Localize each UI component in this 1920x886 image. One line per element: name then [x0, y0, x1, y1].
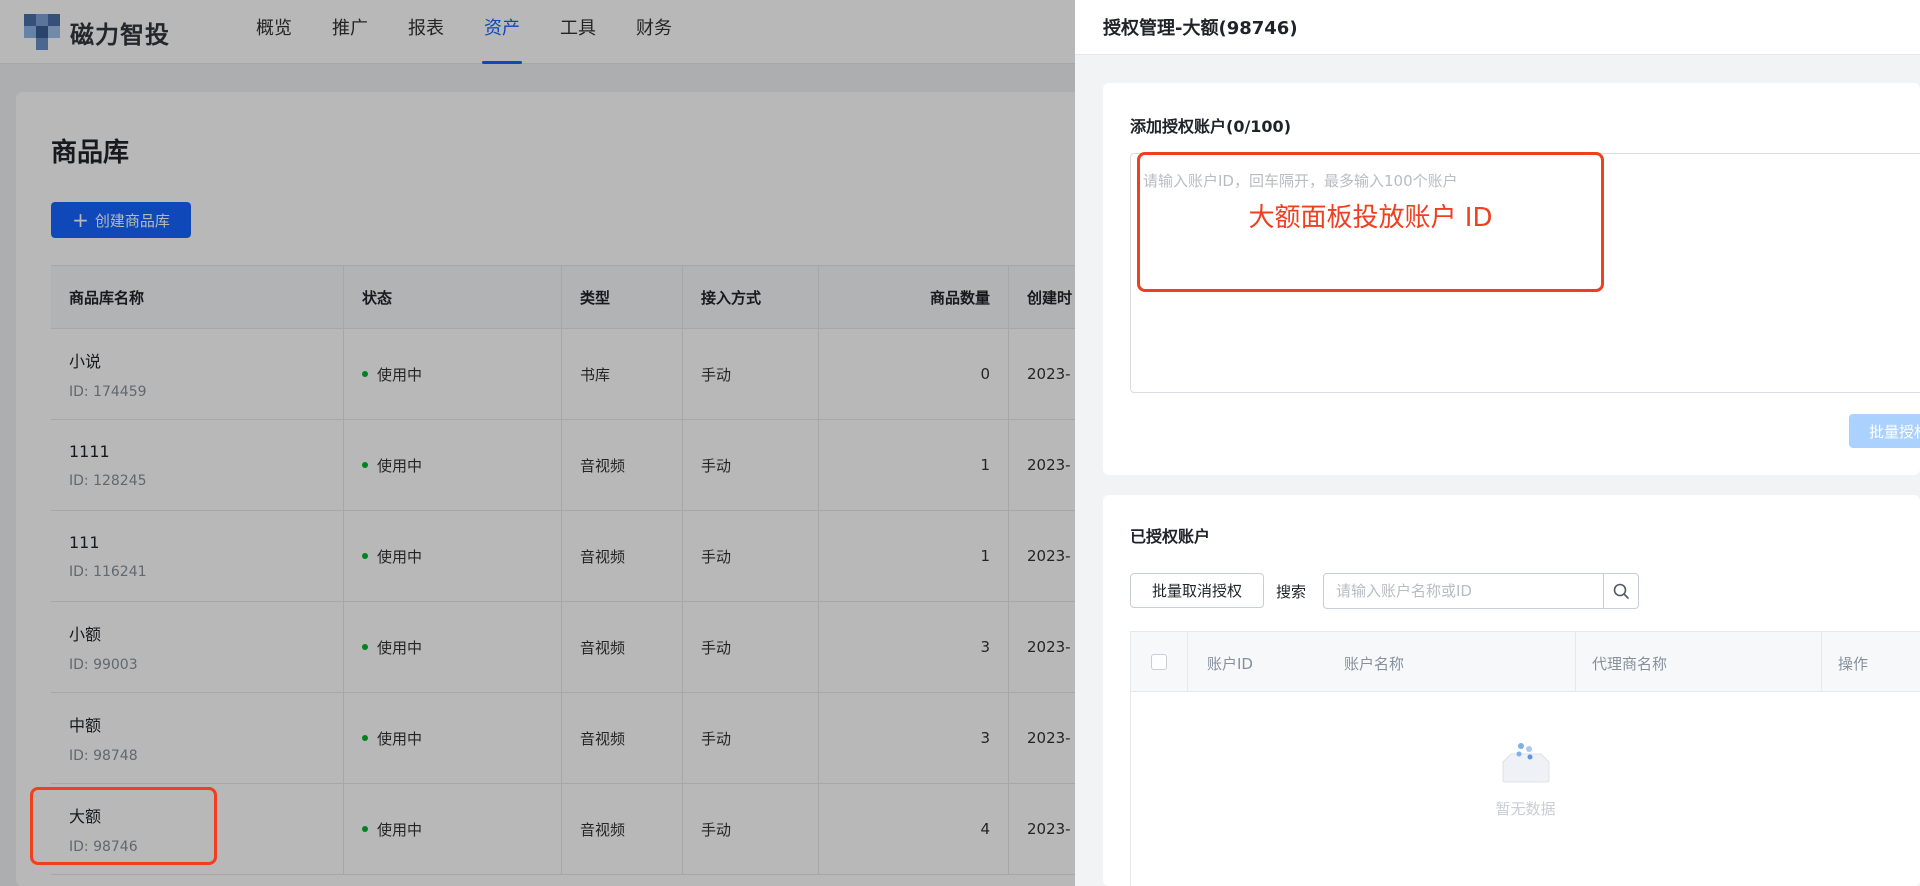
authorized-title: 已授权账户: [1130, 527, 1211, 546]
search-icon: [1613, 583, 1629, 599]
search-button[interactable]: [1603, 573, 1639, 609]
select-all-checkbox[interactable]: [1151, 654, 1167, 670]
col-account-name: 账户名称: [1344, 655, 1405, 673]
add-auth-title: 添加授权账户(0/100): [1130, 117, 1292, 136]
batch-authorize-button[interactable]: 批量授权: [1849, 414, 1920, 448]
search-label: 搜索: [1276, 583, 1307, 601]
batch-revoke-button[interactable]: 批量取消授权: [1130, 573, 1264, 608]
col-actions: 操作: [1838, 655, 1869, 673]
authorized-table-header: 账户ID 账户名称 代理商名称 操作: [1131, 632, 1920, 692]
add-auth-card: 添加授权账户(0/100) 请输入账户ID，回车隔开，最多输入100个账户 大额…: [1103, 83, 1920, 475]
authorized-table: 账户ID 账户名称 代理商名称 操作 暂无数据: [1130, 631, 1920, 886]
annotation-box: 大额面板投放账户 ID: [1137, 152, 1604, 292]
empty-state: 暂无数据: [1131, 740, 1920, 819]
col-account-id: 账户ID: [1207, 655, 1253, 673]
search-input[interactable]: [1323, 573, 1604, 609]
empty-text: 暂无数据: [1495, 800, 1556, 818]
auth-drawer: 授权管理-大额(98746) 添加授权账户(0/100) 请输入账户ID，回车隔…: [1075, 0, 1920, 886]
authorized-card: 已授权账户 批量取消授权 搜索 账户ID 账户名称 代理商名称 操作: [1103, 495, 1920, 886]
drawer-title: 授权管理-大额(98746): [1075, 0, 1920, 55]
col-agent-name: 代理商名称: [1592, 655, 1668, 673]
annotation-box-left: [30, 787, 217, 865]
annotation-text: 大额面板投放账户 ID: [1248, 203, 1493, 233]
empty-box-icon: [1499, 740, 1553, 784]
